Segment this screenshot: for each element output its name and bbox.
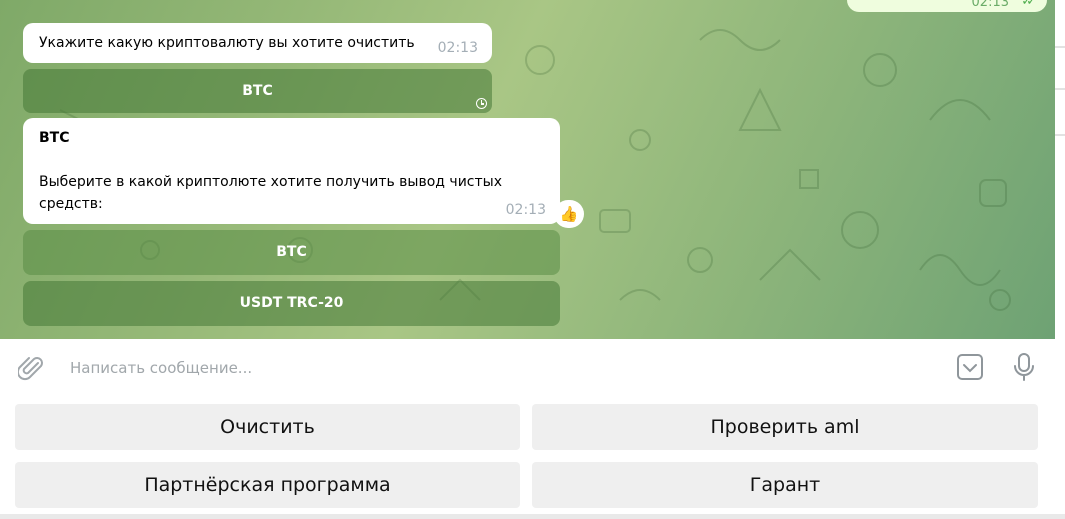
message-time: 02:13 (971, 0, 1009, 10)
divider (1055, 88, 1065, 90)
message-text: Выберите в какой криптолюте хотите получ… (39, 174, 502, 212)
message-time: 02:13 (437, 40, 478, 56)
message-input[interactable] (68, 353, 922, 383)
bot-message[interactable]: BTC Выберите в какой криптолюте хотите п… (23, 118, 560, 224)
divider (1055, 46, 1065, 48)
reply-button-guarantor[interactable]: Гарант (532, 462, 1038, 508)
clock-icon (476, 98, 487, 109)
message-composer (0, 339, 1055, 395)
inline-button-btc[interactable]: BTC (23, 69, 492, 113)
chat-area[interactable]: 02:13 ✓✓ Укажите какую криптовалюту вы х… (0, 0, 1055, 339)
inline-button-usdt-trc20[interactable]: USDT TRC-20 (23, 281, 560, 326)
message-text: Укажите какую криптовалюту вы хотите очи… (39, 35, 415, 51)
microphone-icon[interactable] (1012, 352, 1036, 386)
divider (1055, 134, 1065, 136)
scroll-area (1055, 0, 1065, 339)
keyboard-icon[interactable] (956, 353, 984, 385)
inline-button-btc[interactable]: BTC (23, 230, 560, 275)
reply-button-clean[interactable]: Очистить (15, 404, 520, 450)
message-time: 02:13 (505, 202, 546, 218)
divider (0, 514, 1065, 519)
reply-button-partner-program[interactable]: Партнёрская программа (15, 462, 520, 508)
read-checkmarks-icon: ✓✓ (1021, 0, 1037, 9)
thumbs-up-reaction[interactable]: 👍 (554, 200, 584, 228)
outgoing-message-bubble[interactable]: 02:13 ✓✓ (847, 0, 1047, 12)
attach-icon[interactable] (16, 354, 46, 386)
message-title: BTC (39, 130, 70, 146)
reply-button-check-aml[interactable]: Проверить aml (532, 404, 1038, 450)
bot-message[interactable]: Укажите какую криптовалюту вы хотите очи… (23, 23, 492, 63)
